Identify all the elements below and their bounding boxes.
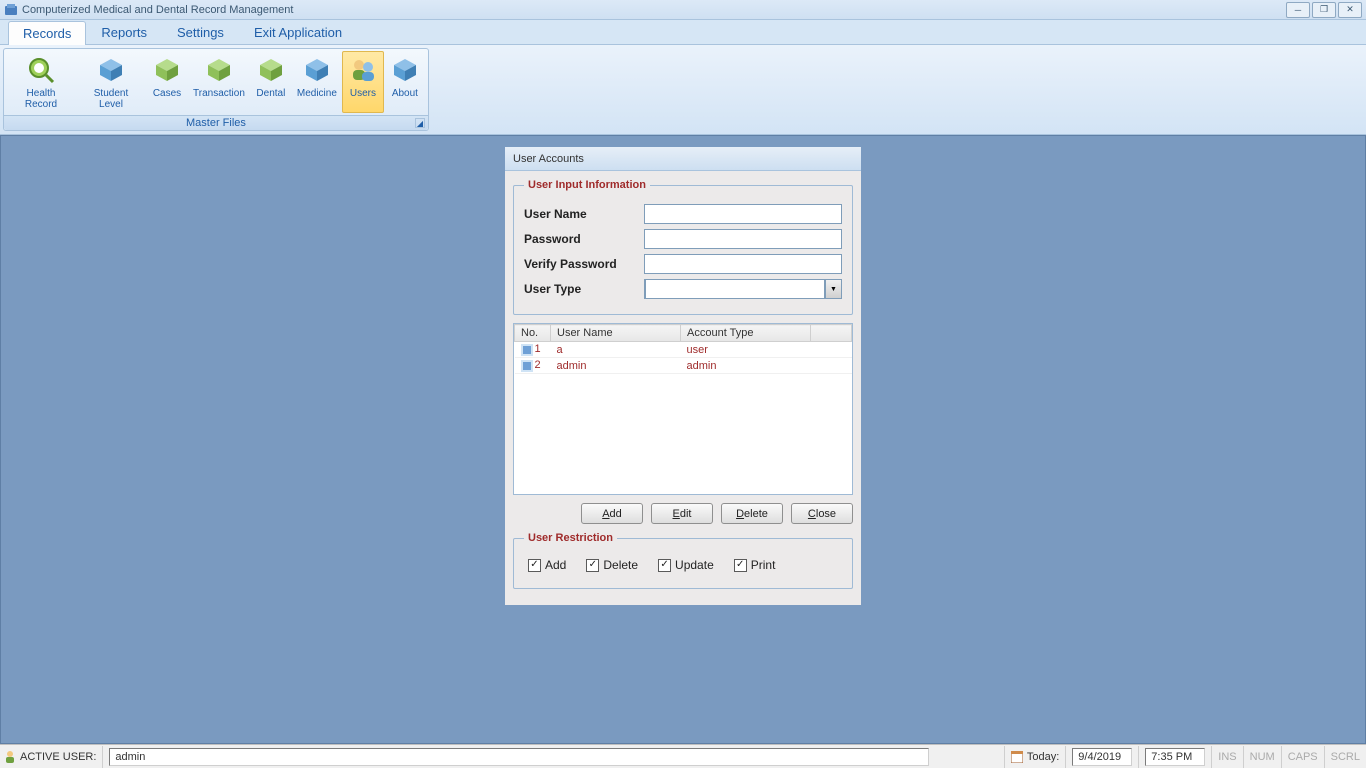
ribbon-about[interactable]: About	[384, 51, 426, 113]
restrict-print-checkbox[interactable]: ✓Print	[734, 558, 776, 572]
chevron-down-icon[interactable]: ▼	[825, 280, 841, 298]
box-green-icon	[151, 54, 183, 86]
box-green-icon	[203, 54, 235, 86]
ribbon-label: About	[392, 88, 418, 99]
ribbon-health-record[interactable]: Health Record	[6, 51, 76, 113]
ribbon-label: Health Record	[11, 88, 71, 110]
user-type-combo[interactable]: ▼	[644, 279, 842, 299]
users-grid[interactable]: No. User Name Account Type 1 a user 2	[513, 323, 853, 495]
row-icon	[521, 344, 533, 356]
col-user[interactable]: User Name	[551, 325, 681, 342]
ribbon-users[interactable]: Users	[342, 51, 384, 113]
verify-password-input[interactable]	[644, 254, 842, 274]
restrict-add-label: Add	[545, 558, 566, 572]
tab-records[interactable]: Records	[8, 21, 86, 45]
date-field: 9/4/2019	[1072, 748, 1132, 766]
add-button[interactable]: Add	[581, 503, 643, 524]
minimize-button[interactable]: ─	[1286, 2, 1310, 18]
ribbon-group-master-files: Health Record Student Level Cases Transa…	[3, 48, 429, 131]
cell-no: 2	[535, 359, 541, 371]
restrict-update-label: Update	[675, 558, 714, 572]
password-input[interactable]	[644, 229, 842, 249]
password-label: Password	[524, 232, 644, 246]
today-label: Today:	[1027, 751, 1059, 763]
restrict-delete-label: Delete	[603, 558, 638, 572]
restrict-delete-checkbox[interactable]: ✓Delete	[586, 558, 638, 572]
time-field: 7:35 PM	[1145, 748, 1205, 766]
box-blue-icon	[389, 54, 421, 86]
ribbon-label: Users	[350, 88, 376, 99]
active-user-field: admin	[109, 748, 929, 766]
username-label: User Name	[524, 207, 644, 221]
table-row[interactable]: 2 admin admin	[515, 358, 852, 374]
tab-exit[interactable]: Exit Application	[239, 20, 357, 44]
button-row: Add Edit Delete Close	[513, 503, 853, 524]
ribbon-label: Transaction	[193, 88, 245, 99]
active-user-label: ACTIVE USER:	[20, 751, 96, 763]
dialog-launcher-icon[interactable]: ◢	[415, 118, 425, 128]
ribbon-student-level[interactable]: Student Level	[76, 51, 146, 113]
username-input[interactable]	[644, 204, 842, 224]
ribbon-label: Dental	[256, 88, 285, 99]
col-spacer	[811, 325, 852, 342]
restrict-print-label: Print	[751, 558, 776, 572]
cell-user: admin	[551, 358, 681, 374]
ribbon-dental[interactable]: Dental	[250, 51, 292, 113]
ribbon-transaction[interactable]: Transaction	[188, 51, 250, 113]
caps-indicator: CAPS	[1281, 746, 1324, 768]
delete-button[interactable]: Delete	[721, 503, 783, 524]
status-bar: ACTIVE USER: admin Today: 9/4/2019 7:35 …	[0, 744, 1366, 768]
col-no[interactable]: No.	[515, 325, 551, 342]
restrict-add-checkbox[interactable]: ✓Add	[528, 558, 566, 572]
magnifier-icon	[25, 54, 57, 86]
title-bar: Computerized Medical and Dental Record M…	[0, 0, 1366, 20]
cell-type: admin	[681, 358, 811, 374]
panel-title: User Accounts	[505, 147, 861, 171]
user-restriction-legend: User Restriction	[524, 532, 617, 544]
user-type-label: User Type	[524, 282, 644, 296]
ribbon-group-caption: Master Files ◢	[4, 115, 428, 130]
user-accounts-panel: User Accounts User Input Information Use…	[504, 146, 862, 606]
ribbon-label: Cases	[153, 88, 181, 99]
row-icon	[521, 360, 533, 372]
cell-user: a	[551, 342, 681, 358]
ribbon-medicine[interactable]: Medicine	[292, 51, 342, 113]
ribbon-label: Student Level	[81, 88, 141, 110]
user-input-legend: User Input Information	[524, 179, 650, 191]
user-restriction-fieldset: User Restriction ✓Add ✓Delete ✓Update ✓P…	[513, 532, 853, 589]
tab-settings[interactable]: Settings	[162, 20, 239, 44]
tab-reports[interactable]: Reports	[86, 20, 162, 44]
ribbon-caption-label: Master Files	[186, 117, 246, 129]
close-window-button[interactable]: ✕	[1338, 2, 1362, 18]
edit-button[interactable]: Edit	[651, 503, 713, 524]
restrict-update-checkbox[interactable]: ✓Update	[658, 558, 714, 572]
app-icon	[4, 3, 18, 17]
user-type-input[interactable]	[645, 279, 825, 299]
ins-indicator: INS	[1211, 746, 1242, 768]
ribbon-cases[interactable]: Cases	[146, 51, 188, 113]
box-blue-icon	[301, 54, 333, 86]
user-status-icon	[4, 750, 16, 764]
box-green-icon	[255, 54, 287, 86]
calendar-icon	[1011, 751, 1023, 763]
ribbon: Health Record Student Level Cases Transa…	[0, 45, 1366, 135]
mdi-client: User Accounts User Input Information Use…	[0, 135, 1366, 744]
app-title: Computerized Medical and Dental Record M…	[22, 4, 293, 16]
maximize-button[interactable]: ❐	[1312, 2, 1336, 18]
close-button[interactable]: Close	[791, 503, 853, 524]
box-icon	[95, 54, 127, 86]
user-input-fieldset: User Input Information User Name Passwor…	[513, 179, 853, 315]
users-icon	[347, 54, 379, 86]
table-row[interactable]: 1 a user	[515, 342, 852, 358]
scrl-indicator: SCRL	[1324, 746, 1366, 768]
col-type[interactable]: Account Type	[681, 325, 811, 342]
num-indicator: NUM	[1243, 746, 1281, 768]
cell-type: user	[681, 342, 811, 358]
menu-bar: Records Reports Settings Exit Applicatio…	[0, 20, 1366, 45]
ribbon-label: Medicine	[297, 88, 337, 99]
verify-password-label: Verify Password	[524, 257, 644, 271]
cell-no: 1	[535, 343, 541, 355]
